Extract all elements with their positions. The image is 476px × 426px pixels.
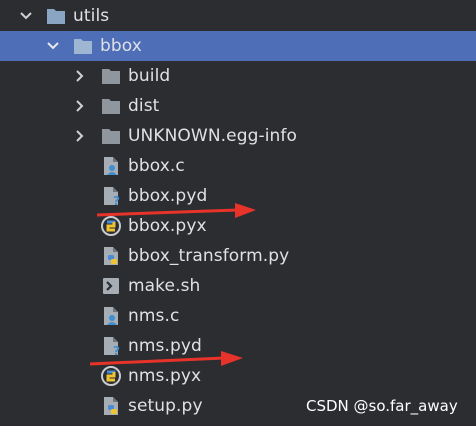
red-arrow-icon xyxy=(96,203,256,218)
red-arrow-icon xyxy=(89,351,243,366)
annotation-arrows xyxy=(89,203,256,366)
watermark: CSDN @so.far_away xyxy=(306,397,458,415)
